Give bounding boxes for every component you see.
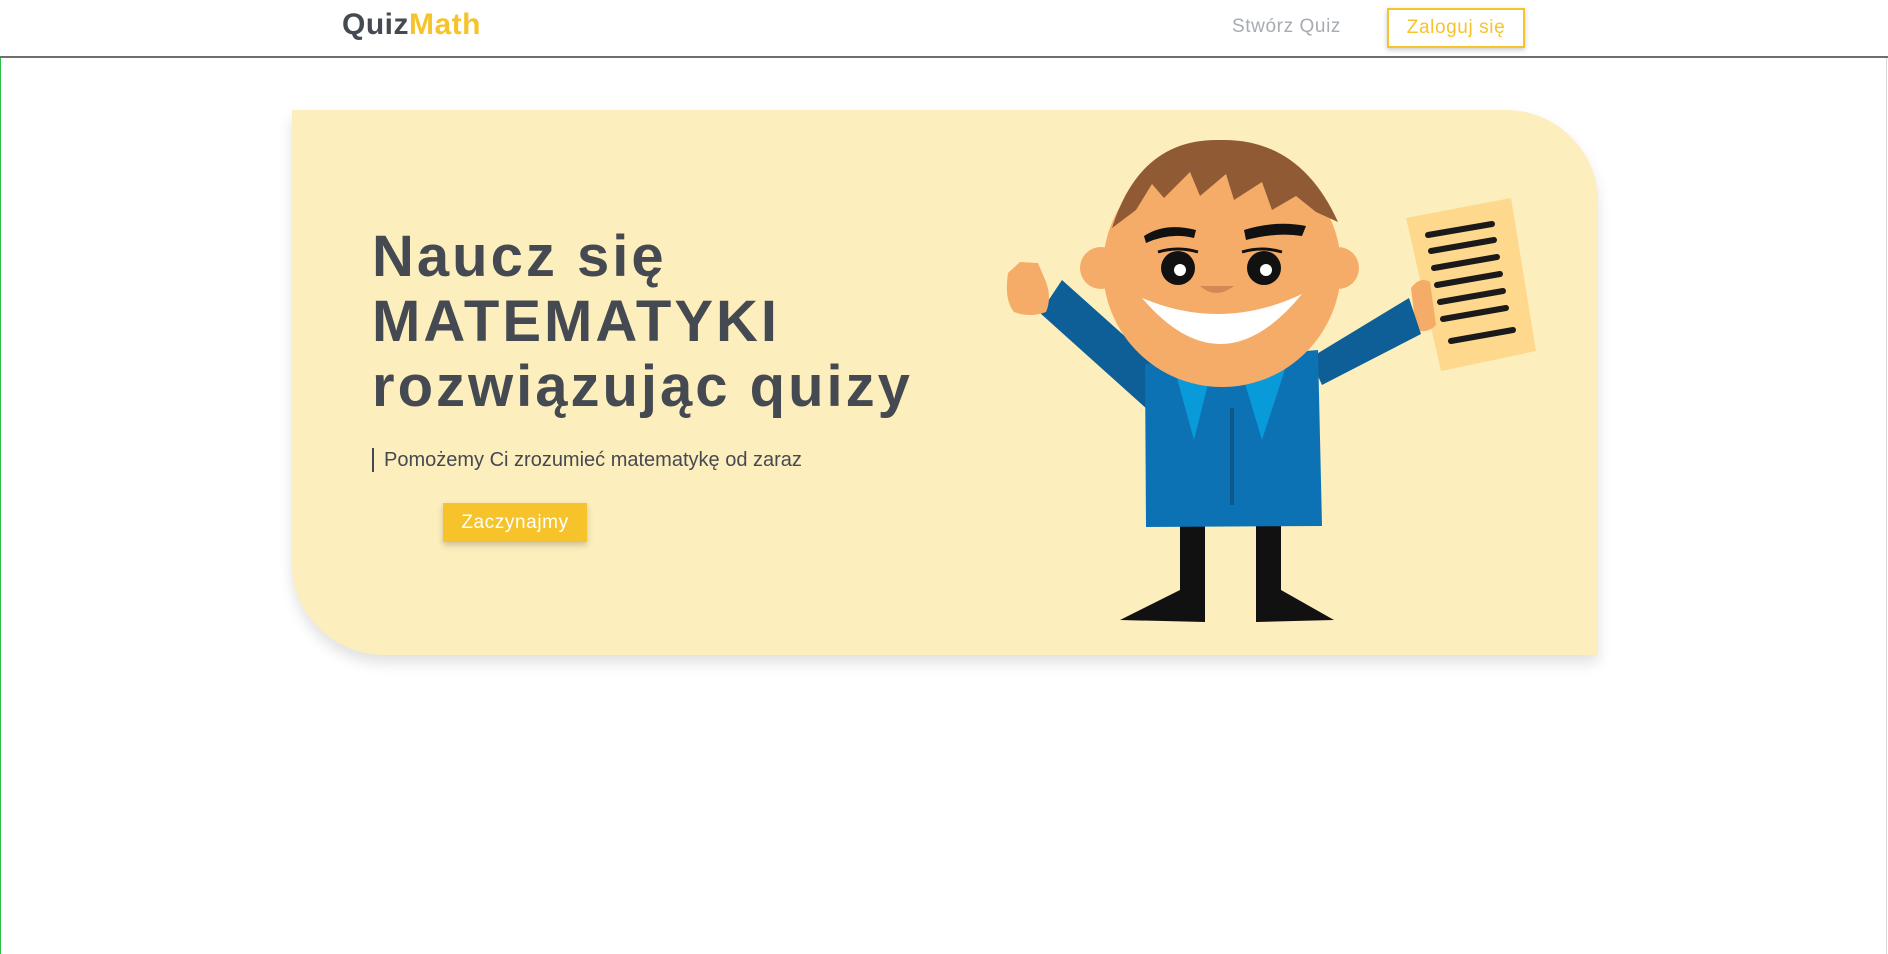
navbar: QuizMath Stwórz Quiz Zaloguj się [0,0,1888,58]
hero-subtitle: Pomożemy Ci zrozumieć matematykę od zara… [372,448,802,472]
brand-logo-quiz: Quiz [342,8,409,41]
hero-title-line-1: Naucz się [372,224,667,289]
hero-title-line-3: rozwiązując quizy [372,354,913,419]
window-right-edge [1886,0,1887,954]
brand-logo[interactable]: QuizMath [342,8,481,42]
hero-title: Naucz się MATEMATYKI rozwiązując quizy [372,224,972,419]
start-button[interactable]: Zaczynajmy [443,503,587,542]
login-button[interactable]: Zaloguj się [1387,8,1525,48]
brand-logo-math: Math [409,8,481,41]
window-left-edge [0,0,1,954]
create-quiz-link[interactable]: Stwórz Quiz [1232,16,1341,38]
hero-title-line-2: MATEMATYKI [372,289,781,354]
